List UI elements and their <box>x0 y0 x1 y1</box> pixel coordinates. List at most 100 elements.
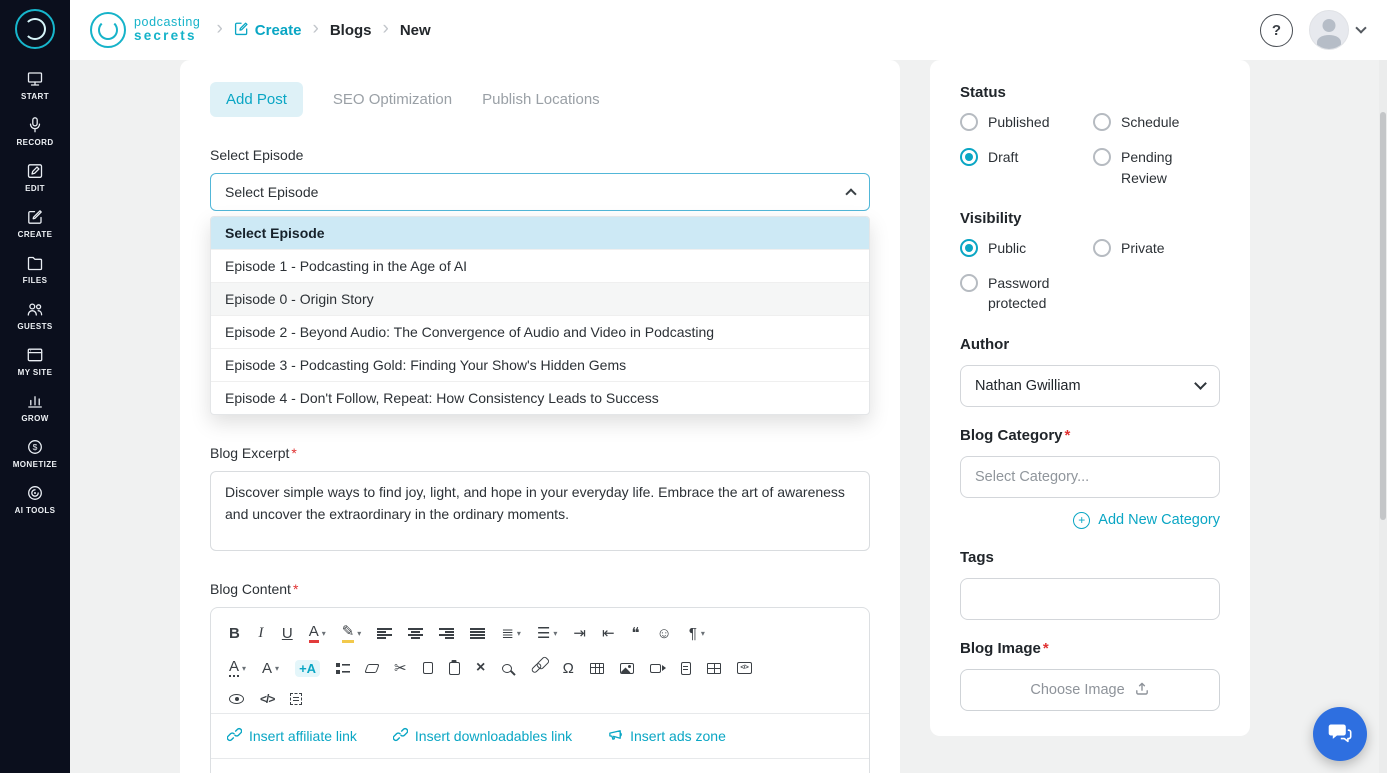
align-left-icon[interactable] <box>372 624 397 643</box>
sidebar-item-start[interactable]: START <box>0 63 70 109</box>
blog-excerpt-input[interactable]: Discover simple ways to find joy, light,… <box>210 471 870 551</box>
paragraph-style-icon[interactable]: ¶ ▾ <box>683 622 710 645</box>
help-button[interactable]: ? <box>1260 13 1293 47</box>
create-icon <box>26 208 44 226</box>
code-view-icon[interactable]: </> <box>255 689 279 709</box>
upload-icon <box>1134 680 1150 700</box>
insert-ads-zone-button[interactable]: Insert ads zone <box>608 727 726 745</box>
chevron-right-icon: › <box>382 18 389 39</box>
insert-downloadables-link-button[interactable]: Insert downloadables link <box>392 727 572 745</box>
radio-icon[interactable] <box>1093 238 1111 257</box>
tab[interactable]: SEO Optimization <box>333 82 452 117</box>
italic-icon[interactable]: I <box>251 622 271 645</box>
insert-affiliate-link-button[interactable]: Insert affiliate link <box>226 727 357 745</box>
cut-icon[interactable]: ✂ <box>389 657 412 680</box>
breadcrumb-blogs[interactable]: Blogs <box>330 22 372 39</box>
align-right-icon[interactable] <box>434 624 459 643</box>
episode-option[interactable]: Select Episode <box>211 217 869 250</box>
brand-logo-icon[interactable] <box>15 9 55 49</box>
preview-icon[interactable] <box>224 690 249 708</box>
image-icon[interactable] <box>615 659 639 678</box>
category-select[interactable]: Select Category... <box>960 455 1220 498</box>
code-block-icon[interactable] <box>732 658 757 678</box>
visibility-radio-option[interactable]: Password protected <box>960 274 1087 314</box>
paste-icon[interactable] <box>444 658 465 679</box>
brand-logo[interactable]: podcasting secrets <box>90 12 200 48</box>
sidebar-item-files[interactable]: FILES <box>0 247 70 293</box>
avatar[interactable] <box>1309 10 1349 50</box>
link-icon[interactable] <box>526 661 552 675</box>
select-block-icon[interactable] <box>285 689 307 709</box>
sidebar: START RECORD EDIT CREATE FILES GUESTS MY… <box>0 0 70 773</box>
sidebar-item-create[interactable]: CREATE <box>0 201 70 247</box>
eraser-icon[interactable] <box>361 660 383 677</box>
blog-image-title: Blog Image * <box>960 639 1049 657</box>
radio-icon[interactable] <box>960 274 978 293</box>
font-family-icon[interactable]: A ▾ <box>257 657 284 680</box>
outdent-icon[interactable]: ⇤ <box>597 622 620 645</box>
blog-excerpt-label: Blog Excerpt * <box>210 445 297 461</box>
add-new-category-button[interactable]: Add New Category <box>960 511 1220 529</box>
category-placeholder: Select Category... <box>975 468 1090 485</box>
sidebar-item-my-site[interactable]: MY SITE <box>0 339 70 385</box>
underline-icon[interactable]: U <box>277 622 298 645</box>
tab[interactable]: Publish Locations <box>482 82 600 117</box>
user-menu[interactable] <box>1309 10 1367 50</box>
status-radio-option[interactable]: Pending Review <box>1093 148 1220 188</box>
status-radio-option[interactable]: Draft <box>960 148 1087 188</box>
visibility-radio-option[interactable]: Public <box>960 238 1087 258</box>
search-icon[interactable] <box>497 660 520 677</box>
brand-name-top: podcasting <box>134 14 201 29</box>
radio-icon[interactable] <box>960 238 978 257</box>
radio-icon[interactable] <box>1093 113 1111 131</box>
episode-option[interactable]: Episode 1 - Podcasting in the Age of AI <box>211 250 869 283</box>
radio-icon[interactable] <box>960 113 978 131</box>
special-character-icon[interactable]: Ω <box>558 657 579 680</box>
file-icon[interactable] <box>676 658 696 679</box>
visibility-radio-option[interactable]: Private <box>1093 238 1220 258</box>
tags-input[interactable] <box>960 577 1220 620</box>
radio-icon[interactable] <box>960 148 978 167</box>
font-size-icon[interactable]: +A <box>290 656 325 681</box>
episode-option[interactable]: Episode 0 - Origin Story <box>211 283 869 316</box>
layout-icon[interactable] <box>702 659 726 678</box>
emoji-icon[interactable]: ☺ <box>652 622 677 645</box>
align-center-icon[interactable] <box>403 624 428 643</box>
copy-icon[interactable] <box>418 658 438 678</box>
choose-image-button[interactable]: Choose Image <box>960 668 1220 711</box>
ordered-list-icon[interactable]: ≣ ▾ <box>496 622 526 645</box>
indent-icon[interactable]: ⇥ <box>568 622 591 645</box>
text-color-icon[interactable]: A ▾ <box>304 620 331 647</box>
create-pencil-icon <box>234 21 249 40</box>
episode-option[interactable]: Episode 4 - Don't Follow, Repeat: How Co… <box>211 382 869 414</box>
unordered-list-icon[interactable]: ☰ ▾ <box>532 622 562 645</box>
text-style-icon[interactable]: A ▾ <box>224 655 251 681</box>
video-icon[interactable] <box>645 660 670 677</box>
sidebar-item-monetize[interactable]: $ MONETIZE <box>0 431 70 477</box>
status-radio-option[interactable]: Schedule <box>1093 113 1220 132</box>
chat-widget-button[interactable] <box>1313 707 1367 761</box>
clear-format-icon[interactable]: × <box>471 656 491 680</box>
episode-select[interactable]: Select Episode <box>210 173 870 211</box>
blockquote-icon[interactable]: ❝ <box>626 622 646 645</box>
status-radio-option[interactable]: Published <box>960 113 1087 132</box>
checklist-icon[interactable] <box>331 658 355 678</box>
episode-option[interactable]: Episode 3 - Podcasting Gold: Finding You… <box>211 349 869 382</box>
highlight-color-icon[interactable]: ✎ ▾ <box>337 620 367 647</box>
folder-icon <box>26 254 44 272</box>
tab[interactable]: Add Post <box>210 82 303 117</box>
sidebar-item-guests[interactable]: GUESTS <box>0 293 70 339</box>
breadcrumb-new[interactable]: New <box>400 22 431 39</box>
sidebar-item-ai-tools[interactable]: AI TOOLS <box>0 477 70 523</box>
sidebar-item-edit[interactable]: EDIT <box>0 155 70 201</box>
scrollbar-thumb[interactable] <box>1380 112 1386 520</box>
align-justify-icon[interactable] <box>465 624 490 643</box>
table-icon[interactable] <box>585 659 609 678</box>
bold-icon[interactable]: B <box>224 622 245 645</box>
radio-icon[interactable] <box>1093 148 1111 167</box>
sidebar-item-grow[interactable]: GROW <box>0 385 70 431</box>
breadcrumb-create[interactable]: Create <box>234 21 302 40</box>
sidebar-item-record[interactable]: RECORD <box>0 109 70 155</box>
episode-option[interactable]: Episode 2 - Beyond Audio: The Convergenc… <box>211 316 869 349</box>
author-select[interactable]: Nathan Gwilliam <box>960 364 1220 407</box>
